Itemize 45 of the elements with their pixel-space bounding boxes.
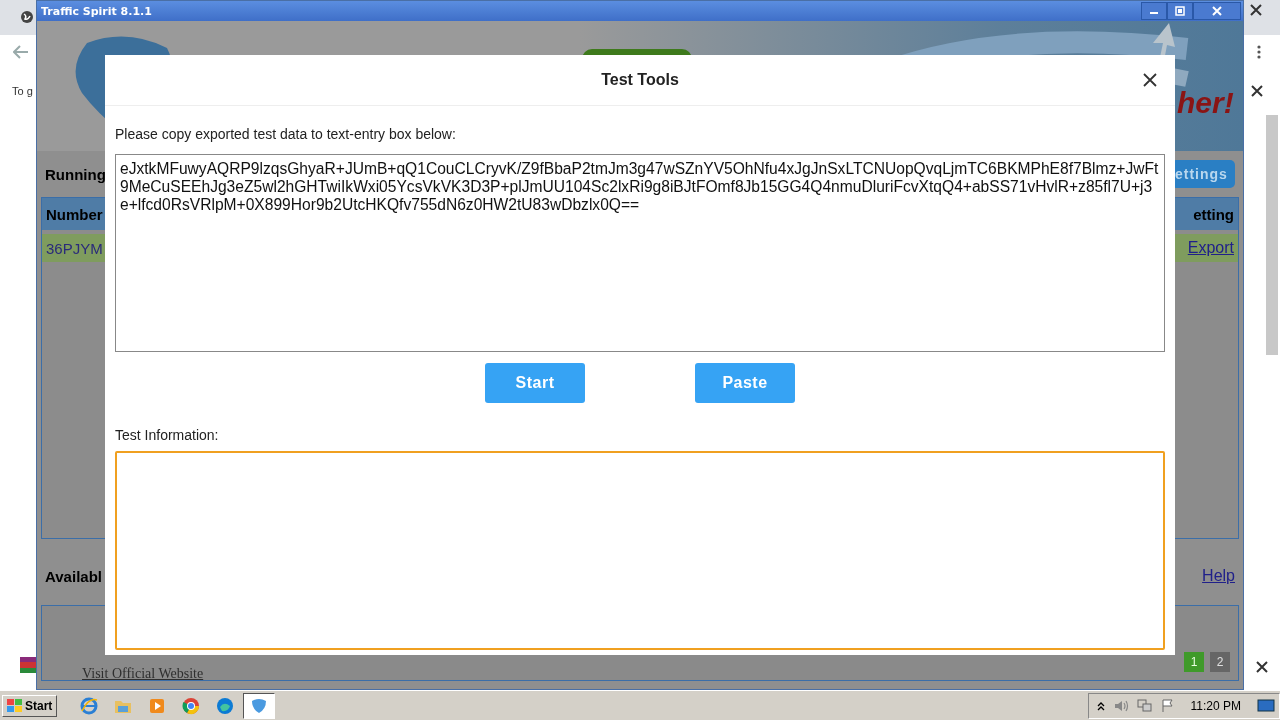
archive-icon [20,657,36,673]
start-button[interactable]: Start [2,694,58,717]
close-icon[interactable] [1143,73,1157,87]
section-heading: Availabl [45,567,102,585]
close-icon[interactable] [1251,85,1263,97]
section-heading: Running [45,165,106,183]
website-link[interactable]: Visit Official Website [82,666,204,682]
page-button[interactable]: 1 [1184,652,1204,672]
clock[interactable]: 11:20 PM [1190,698,1241,713]
play-icon [149,697,166,714]
notice-text: To g [12,85,33,97]
action-button[interactable]: Start [485,363,585,403]
network-icon[interactable] [1136,698,1153,713]
page-button[interactable]: 2 [1210,652,1230,672]
help-link[interactable]: Help [1202,567,1235,585]
dialog-title: Test Tools [601,71,679,89]
maximize-button[interactable] [1167,2,1193,20]
column-header: Number [46,205,103,223]
window-title: Traffic Spirit 8.1.1 [41,4,152,18]
export-link[interactable]: Export [1187,239,1234,257]
minimize-button[interactable] [1141,2,1167,20]
table-cell: 36PJYM [46,239,103,257]
shield-icon [250,697,269,714]
field-label: Test Information: [115,427,220,443]
slogan-text: her! [1177,86,1234,120]
desktop-icon[interactable] [1257,697,1275,714]
browser-icon [216,696,235,715]
globe-icon [20,10,34,24]
flag-icon[interactable] [1160,698,1175,713]
column-header: etting [1193,205,1234,223]
data-text-area[interactable]: eJxtkMFuwyAQRP9lzqsGhyaR+JUmB+qQ1CouCLCryvK/Z9fBbaP2tmJm3g47wSZnYV5OhNfu4xJgJnSxLTCNUopQvqLjmTC6BKMPhE8f7Blmz+JwFt9MeCuSEEhJg3eZ5wl2hGHTwiIkWxi05YcsVkVK3D3P+plJmUU104Sc2lxRi9g8iBJtFOmf8Jb15GG4Q4nmuDluriFcvXtqQ4+abSS71vHvlR+z85fl7U+j3e+lfcd0RsVRlpM+0X899Hor9b2UtcHKQfv755dN6z0HW2tU83wDbzlx0Q== [115,154,1165,352]
browser-icon [182,696,201,715]
maximize-icon [1175,6,1185,16]
close-icon [1212,6,1222,16]
close-icon[interactable] [1250,4,1262,16]
close-button[interactable] [1193,2,1241,20]
field-label: Please copy exported test data to text-entry box below: [115,126,457,142]
scrollbar[interactable] [1266,115,1278,355]
browser-icon [80,696,99,715]
taskbar-app-button[interactable] [243,692,276,719]
chevron-icon[interactable] [1096,700,1105,711]
windows-logo-icon [7,698,23,713]
action-button[interactable]: Paste [695,363,795,403]
close-icon[interactable] [1256,661,1268,673]
menu-icon[interactable] [1257,45,1261,59]
